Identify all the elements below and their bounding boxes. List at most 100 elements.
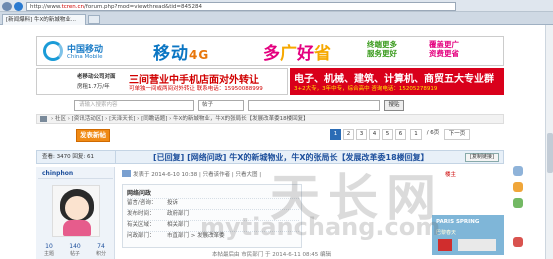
author-stats: 10 主题 140 帖子 74 积分 xyxy=(36,243,115,259)
info-row: 留言/咨询： 投诉 xyxy=(127,198,299,208)
shop-rent: 房租1.7万/年 xyxy=(77,84,110,90)
page-3[interactable]: 3 xyxy=(356,129,367,140)
back-to-top-icon[interactable] xyxy=(513,237,523,247)
info-row: 发布时间： 政府部门 xyxy=(127,209,299,219)
banner-green-text: 终端更多 服务更好 xyxy=(367,40,397,58)
avatar-body xyxy=(63,220,91,236)
address-bar: http://www.tcren.cn/forum.php?mod=viewth… xyxy=(0,0,553,12)
page-1[interactable]: 1 xyxy=(330,129,341,140)
breadcrumb-text[interactable]: › 社区 › [资讯活动区] › [天泽天长] › [同瞻话题] › 牛X的新城… xyxy=(51,116,309,122)
ad-image xyxy=(458,239,496,251)
banner-row-2: 老移动公司对面 房租1.7万/年 三间营业中手机店面对外转让 可单独一间或两间对… xyxy=(36,68,504,95)
author-stat-points[interactable]: 74 积分 xyxy=(88,243,114,257)
side-ad[interactable]: PARIS SPRING 巴黎春天 xyxy=(432,215,504,255)
thread-category[interactable]: [网络问政] xyxy=(187,153,226,162)
info-row-value: 投诉 xyxy=(167,200,179,206)
thread-header: 查看: 3470 回复: 61 [已回复] [网络问政] 牛X的新城物业，牛X的… xyxy=(36,150,504,164)
banner-main-text: 移动4G xyxy=(153,39,209,64)
china-mobile-logo-icon xyxy=(43,41,63,61)
stat-posts-label: 帖子 xyxy=(69,251,80,257)
stat-threads-label: 主题 xyxy=(43,251,54,257)
china-mobile-logo: 中国移动 China Mobile xyxy=(39,39,143,65)
avatar[interactable] xyxy=(52,185,100,237)
info-row-key: 问政部门： xyxy=(127,233,155,239)
info-row-value: 市直部门 > 发展改革委 xyxy=(167,233,225,239)
page-2[interactable]: 2 xyxy=(343,129,354,140)
stat-points-value: 74 xyxy=(97,243,105,250)
search-input[interactable]: 请输入搜索内容 xyxy=(74,100,194,111)
page-total: / 6页 xyxy=(426,130,440,136)
logo-en: China Mobile xyxy=(67,54,103,60)
stat-threads-value: 10 xyxy=(45,243,53,250)
url-field[interactable]: http://www.tcren.cn/forum.php?mod=viewth… xyxy=(26,2,456,11)
promo-a: 多 xyxy=(263,44,280,64)
promo-d: 省 xyxy=(314,44,331,64)
shop-location: 老移动公司对面 xyxy=(77,74,116,80)
thread-views: 查看: 3470 xyxy=(42,154,71,160)
info-row: 问政部门： 市直部门 > 发展改革委 xyxy=(127,231,299,241)
shop-contact: 可单独一间或两间对外转让 联系电话：15950088999 xyxy=(129,86,263,92)
divider xyxy=(38,178,113,179)
url-rest: /forum.php?mod=viewthread&tid=845284 xyxy=(84,4,203,10)
banner-shop-transfer[interactable]: 老移动公司对面 房租1.7万/年 三间营业中手机店面对外转让 可单独一间或两间对… xyxy=(36,68,288,95)
green-2: 服务更好 xyxy=(367,49,397,58)
banner-pink-text: 覆盖更广 资费更省 xyxy=(429,40,459,58)
url-domain: tcren.cn xyxy=(61,4,85,10)
info-row-key: 留言/咨询： xyxy=(127,200,157,206)
favorite-icon[interactable] xyxy=(513,182,523,192)
reply-icon[interactable] xyxy=(513,198,523,208)
stat-posts-value: 140 xyxy=(69,243,81,250)
search-button[interactable]: 搜贴 xyxy=(384,100,404,111)
info-row: 有关区域： 相关部门 xyxy=(127,220,299,230)
share-icon[interactable] xyxy=(513,166,523,176)
author-name[interactable]: chinphon xyxy=(42,170,73,177)
banner-main: 移动 xyxy=(153,44,189,64)
post-edit-note: 本帖最后由 市民部门 于 2014-6-11 08:45 编辑 xyxy=(212,252,332,258)
post-floor[interactable]: 楼主 xyxy=(445,170,456,178)
banner-promo: 多广好省 xyxy=(263,39,331,64)
author-stat-threads[interactable]: 10 主题 xyxy=(36,243,62,257)
author-online-icon xyxy=(122,170,131,177)
promo-b: 广 xyxy=(280,44,297,64)
new-tab-button[interactable] xyxy=(88,15,100,24)
banner-4g: 4G xyxy=(189,48,210,62)
ad-title: PARIS SPRING xyxy=(436,219,480,225)
author-stat-posts[interactable]: 140 帖子 xyxy=(62,243,88,257)
browser-tab[interactable]: [新闻爆料] 牛X的新城物业... xyxy=(2,14,86,25)
hot-search-box[interactable] xyxy=(248,100,380,111)
thread-title: [已回复] [网络问政] 牛X的新城物业，牛X的张局长【发展改革委18楼回复】 xyxy=(153,152,429,163)
green-1: 终端更多 xyxy=(367,40,397,49)
info-row-value: 政府部门 xyxy=(167,211,190,217)
page-input[interactable]: 1 xyxy=(410,129,422,140)
thread-tag[interactable]: [已回复] xyxy=(153,153,184,162)
page-4[interactable]: 4 xyxy=(369,129,380,140)
breadcrumb: › 社区 › [资讯活动区] › [天泽天长] › [同瞻话题] › 牛X的新城… xyxy=(36,114,504,124)
scrollbar-thumb[interactable] xyxy=(547,133,553,173)
page-6[interactable]: 6 xyxy=(395,129,406,140)
next-page-button[interactable]: 下一页 xyxy=(444,129,470,140)
back-icon[interactable] xyxy=(2,2,12,11)
banner-china-mobile[interactable]: 中国移动 China Mobile 移动4G 多广好省 终端更多 服务更好 覆盖更… xyxy=(36,36,504,66)
url-prefix: http://www. xyxy=(30,4,62,10)
stat-points-label: 积分 xyxy=(95,251,106,257)
post-meta-text[interactable]: 发表于 2014-6-10 10:38 | 只看该作者 | 只看大图 | xyxy=(133,172,261,178)
banner-school[interactable]: 电子、机械、建筑、计算机、商贸五大专业群 3+2大专，3年中专，综合高中 咨询电… xyxy=(290,68,504,95)
thread-stats: 查看: 3470 回复: 61 xyxy=(37,151,116,164)
info-box: 网络问政 留言/咨询： 投诉 发布时间： 政府部门 有关区域： 相关部门 问政部门： 市… xyxy=(122,184,302,248)
page-5[interactable]: 5 xyxy=(382,129,393,140)
thread-replies: 回复: 61 xyxy=(72,154,94,160)
author-panel: chinphon 10 主题 140 帖子 74 积分 xyxy=(36,167,115,259)
new-post-button[interactable]: 发表新帖 xyxy=(76,129,110,142)
info-box-title: 网络问政 xyxy=(127,190,152,197)
pink-1: 覆盖更广 xyxy=(429,40,459,49)
search-bar: 请输入搜索内容 帖子 搜贴 xyxy=(74,100,474,112)
pink-2: 资费更省 xyxy=(429,49,459,58)
info-row-key: 有关区域： xyxy=(127,222,155,228)
info-row-key: 发布时间： xyxy=(127,211,155,217)
home-icon[interactable] xyxy=(40,116,47,122)
copy-link-button[interactable]: [复制链接] xyxy=(465,153,499,162)
school-contact: 3+2大专，3年中专，综合高中 咨询电话：15205278919 xyxy=(294,86,438,92)
info-row-value: 相关部门 xyxy=(167,222,190,228)
scrollbar[interactable] xyxy=(545,25,553,259)
search-type-select[interactable]: 帖子 xyxy=(198,100,244,111)
